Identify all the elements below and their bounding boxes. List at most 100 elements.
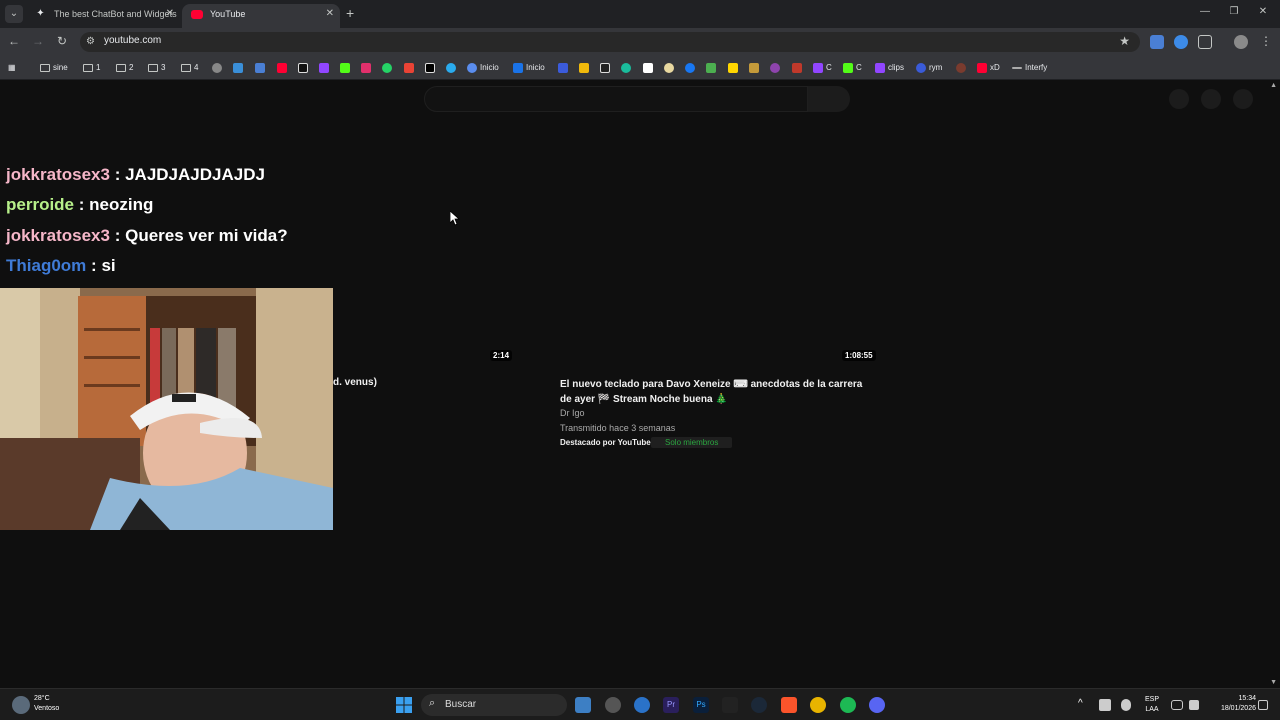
weather-icon[interactable]: [12, 696, 30, 714]
account-avatar[interactable]: [1233, 89, 1253, 109]
menu-kebab-icon[interactable]: ⋮: [1258, 34, 1274, 48]
bookmark-folder[interactable]: 1: [83, 61, 100, 75]
clock-date[interactable]: 18/01/2026: [1204, 705, 1256, 712]
network-icon[interactable]: [1171, 700, 1183, 710]
bookmark-star-icon[interactable]: ★: [1119, 34, 1130, 48]
tab-strip: ⌄ ✦ The best ChatBot and Widgets ✕ YouTu…: [0, 0, 1280, 28]
bookmark-site[interactable]: [425, 61, 438, 75]
close-tab-icon[interactable]: ✕: [326, 4, 334, 24]
bookmark-folder[interactable]: sine: [40, 61, 68, 75]
chrome-icon[interactable]: [810, 697, 826, 713]
video-title-left[interactable]: d. venus): [333, 377, 377, 388]
new-tab-button[interactable]: +: [346, 5, 354, 21]
language-sub: LAA: [1145, 706, 1159, 713]
bookmark-c[interactable]: C: [843, 61, 862, 75]
notification-bell-icon[interactable]: [1258, 700, 1268, 710]
bookmark-site[interactable]: [340, 61, 353, 75]
microphone-icon[interactable]: [1121, 699, 1131, 711]
bookmark-site[interactable]: [382, 61, 395, 75]
bookmark-interfy[interactable]: Interfy: [1012, 61, 1047, 75]
profile-avatar[interactable]: [1234, 35, 1248, 49]
bookmark-inicio[interactable]: Inicio: [513, 61, 545, 75]
tab-search-button[interactable]: ⌄: [5, 5, 23, 23]
bookmark-site[interactable]: [404, 61, 417, 75]
app-icon[interactable]: [634, 697, 650, 713]
spotify-icon[interactable]: [840, 697, 856, 713]
bookmark-site[interactable]: [277, 61, 290, 75]
bookmark-site[interactable]: [792, 61, 805, 75]
bookmark-clips[interactable]: clips: [875, 61, 904, 75]
extension-icon[interactable]: [1174, 35, 1188, 49]
bookmark-site[interactable]: [255, 61, 268, 75]
brave-icon[interactable]: [781, 697, 797, 713]
bookmark-xd[interactable]: xD: [977, 61, 1000, 75]
tray-app-icon[interactable]: [1099, 699, 1111, 711]
translate-icon: [255, 62, 265, 73]
bookmark-folder[interactable]: 4: [181, 61, 198, 75]
back-button[interactable]: ←: [6, 34, 22, 48]
bookmark-site[interactable]: [212, 61, 225, 75]
site-info-icon[interactable]: ⚙: [86, 36, 95, 47]
bookmark-site[interactable]: [956, 61, 969, 75]
tab-youtube[interactable]: YouTube ✕: [182, 4, 340, 28]
notifications-button[interactable]: [1201, 89, 1221, 109]
bookmark-rym[interactable]: rym: [916, 61, 942, 75]
bookmark-site[interactable]: [600, 61, 613, 75]
video-channel[interactable]: Dr Igo: [560, 408, 585, 418]
bookmark-site[interactable]: [446, 61, 459, 75]
reload-button[interactable]: ↻: [54, 34, 70, 48]
minimize-button[interactable]: —: [1198, 6, 1212, 17]
epic-games-icon[interactable]: [722, 697, 738, 713]
bookmark-site[interactable]: [558, 61, 571, 75]
bookmark-site[interactable]: [770, 61, 783, 75]
volume-icon[interactable]: [1189, 700, 1199, 710]
discord-icon[interactable]: [869, 697, 885, 713]
bookmark-site[interactable]: [664, 61, 677, 75]
youtube-search-input[interactable]: [424, 86, 808, 112]
bookmark-site[interactable]: [361, 61, 374, 75]
bookmark-c[interactable]: C: [813, 61, 832, 75]
obs-icon[interactable]: [605, 697, 621, 713]
close-window-button[interactable]: ✕: [1256, 6, 1270, 17]
extensions-puzzle-icon[interactable]: [1198, 35, 1212, 49]
bookmark-site[interactable]: [706, 61, 719, 75]
scrollbar-up-arrow[interactable]: ▲: [1270, 82, 1277, 89]
bookmark-site[interactable]: [233, 61, 246, 75]
bookmark-site[interactable]: [298, 61, 311, 75]
restore-button[interactable]: ❐: [1227, 6, 1241, 17]
bookmark-site[interactable]: [728, 61, 741, 75]
webcam-feed-image: [0, 288, 333, 530]
youtube-favicon-icon: [191, 10, 203, 19]
bookmark-site[interactable]: [643, 61, 656, 75]
video-title[interactable]: El nuevo teclado para Davo Xeneize ⌨ ane…: [560, 377, 870, 407]
bookmark-label: sine: [53, 63, 68, 72]
photoshop-icon[interactable]: Ps: [693, 697, 709, 713]
create-button[interactable]: [1169, 89, 1189, 109]
taskbar-search-label: Buscar: [445, 699, 477, 710]
windows-start-icon[interactable]: [396, 697, 412, 713]
apps-grid-icon[interactable]: ▦: [8, 61, 16, 75]
bookmark-site[interactable]: [319, 61, 332, 75]
bookmark-folder[interactable]: 2: [116, 61, 133, 75]
tray-overflow-icon[interactable]: ^: [1078, 698, 1083, 709]
bookmark-site[interactable]: [621, 61, 634, 75]
bookmark-site[interactable]: [579, 61, 592, 75]
bookmark-site[interactable]: [749, 61, 762, 75]
scrollbar-down-arrow[interactable]: ▼: [1270, 679, 1277, 686]
bookmark-inicio[interactable]: Inicio: [467, 61, 499, 75]
clock-time[interactable]: 15:34: [1204, 695, 1256, 702]
task-view-icon[interactable]: [575, 697, 591, 713]
tab-chatbot[interactable]: ✦ The best ChatBot and Widgets ✕: [26, 4, 180, 28]
premiere-icon[interactable]: Pr: [663, 697, 679, 713]
bookmark-site[interactable]: [685, 61, 698, 75]
close-tab-icon[interactable]: ✕: [166, 4, 174, 24]
youtube-search-button[interactable]: [808, 86, 850, 112]
weather-desc: Ventoso: [34, 705, 60, 712]
language-indicator[interactable]: ESP: [1142, 696, 1162, 703]
address-bar[interactable]: ⚙ youtube.com ★: [80, 32, 1140, 52]
translate-icon[interactable]: [1150, 35, 1164, 49]
taskbar-search[interactable]: ⌕ Buscar: [421, 694, 567, 716]
bookmark-folder[interactable]: 3: [148, 61, 165, 75]
forward-button[interactable]: →: [30, 34, 46, 48]
steam-icon[interactable]: [751, 697, 767, 713]
